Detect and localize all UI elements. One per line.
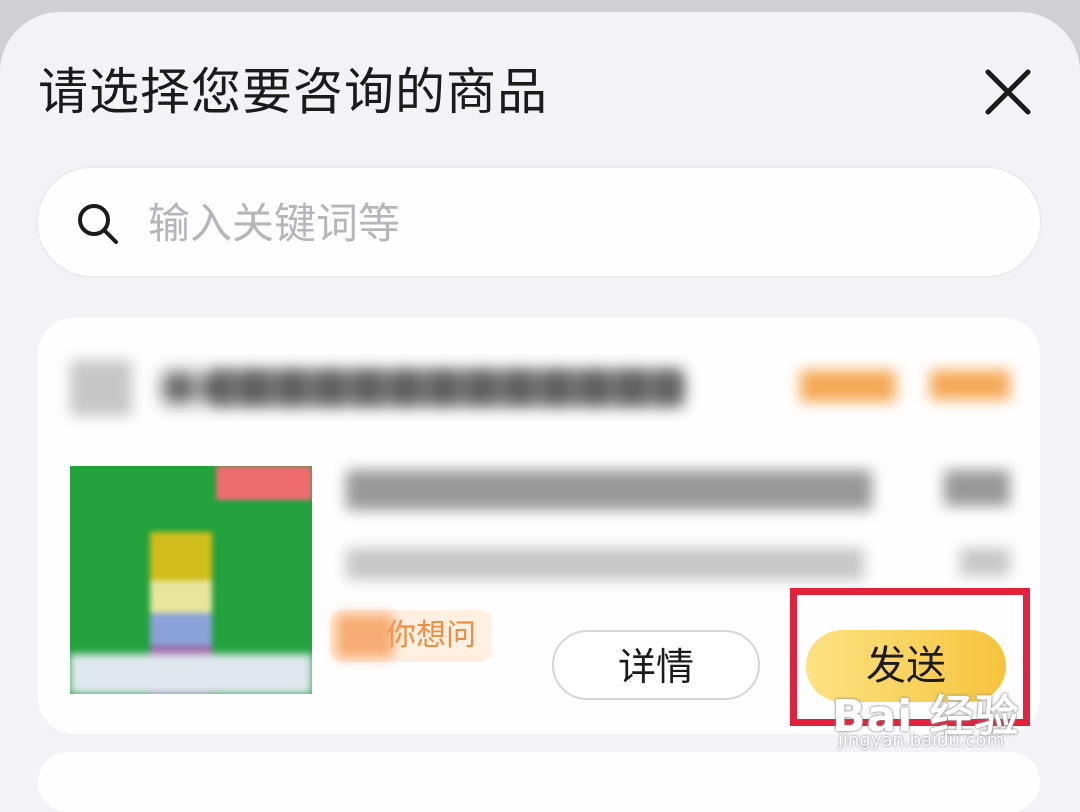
product-image-tag <box>216 466 312 500</box>
watermark-url: jingyan.baidu.com <box>838 730 1005 751</box>
product-image-base <box>70 654 312 694</box>
shop-avatar-redacted <box>70 360 132 416</box>
product-title-redacted-2 <box>944 470 1010 506</box>
shop-badge-redacted <box>800 370 896 402</box>
want-ask-tag-redacted <box>336 614 394 658</box>
product-spec-redacted <box>346 548 864 580</box>
product-image[interactable] <box>70 466 312 694</box>
shop-badge-redacted-2 <box>930 370 1010 400</box>
product-title-redacted <box>346 470 872 510</box>
shop-name-redacted-block <box>214 370 684 406</box>
close-icon[interactable] <box>978 62 1038 122</box>
next-product-card <box>38 752 1040 812</box>
detail-button[interactable]: 详情 <box>552 630 760 700</box>
search-icon <box>78 204 118 244</box>
dialog-title: 请选择您要咨询的商品 <box>38 63 548 121</box>
search-input[interactable] <box>148 190 988 256</box>
product-spec-redacted-2 <box>960 548 1010 576</box>
